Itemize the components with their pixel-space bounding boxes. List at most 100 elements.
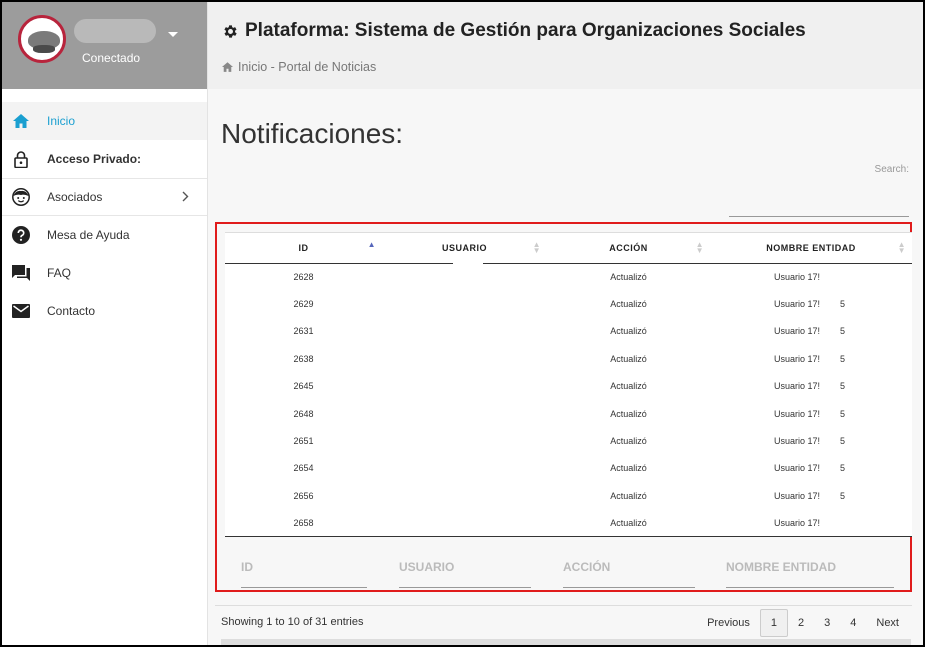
cell-accion: Actualizó xyxy=(610,436,647,447)
cell-entidad: Usuario 17! 5 xyxy=(710,427,912,454)
cell-accion: Actualizó xyxy=(610,381,647,392)
cell-entidad: Usuario 17! 5 xyxy=(710,455,912,482)
cell-accion: Actualizó xyxy=(610,326,647,337)
column-header-label: ACCIÓN xyxy=(609,242,648,253)
mail-icon xyxy=(11,302,31,320)
sidebar-item-label: Mesa de Ayuda xyxy=(47,228,130,242)
sidebar: Conectado Inicio Acceso Privado: Asociad… xyxy=(2,2,208,645)
cell-usuario xyxy=(382,509,547,538)
pagination-page-1[interactable]: 1 xyxy=(759,609,788,637)
sort-asc-icon: ▲ xyxy=(367,240,376,249)
app-window: Conectado Inicio Acceso Privado: Asociad… xyxy=(0,0,925,647)
column-header-label: NOMBRE ENTIDAD xyxy=(766,242,856,253)
cell-entidad: Usuario 17! 5 xyxy=(710,482,912,509)
sidebar-item-mesa-de-ayuda[interactable]: Mesa de Ayuda xyxy=(2,216,207,254)
cell-accion: Actualizó xyxy=(610,490,647,501)
filter-nombre-entidad-input[interactable]: NOMBRE ENTIDAD xyxy=(726,560,894,588)
table-row[interactable]: 2631 Actualizó Usuario 17! 5 xyxy=(225,318,912,345)
column-filters: ID USUARIO ACCIÓN NOMBRE ENTIDAD xyxy=(225,542,912,590)
search-label: Search: xyxy=(874,164,909,175)
cell-id: 2651 xyxy=(293,436,314,447)
cell-usuario xyxy=(382,373,547,400)
cell-entidad: Usuario 17! 5 xyxy=(710,290,912,317)
pagination-page-3[interactable]: 3 xyxy=(814,609,840,637)
cell-id: 2638 xyxy=(293,353,314,364)
cell-accion: Actualizó xyxy=(610,271,647,282)
user-name-redacted xyxy=(74,19,156,43)
page-title: Plataforma: Sistema de Gestión para Orga… xyxy=(222,20,806,42)
entity-suffix: 5 xyxy=(840,490,846,501)
table-row[interactable]: 2654 Actualizó Usuario 17! 5 xyxy=(225,455,912,482)
entity-name: Usuario 17! xyxy=(774,463,821,474)
header-bar: Plataforma: Sistema de Gestión para Orga… xyxy=(208,2,923,89)
sort-icon: ▲ ▼ xyxy=(897,240,906,255)
entity-suffix: 5 xyxy=(840,299,846,310)
filter-usuario-input[interactable]: USUARIO xyxy=(399,560,531,588)
table-row[interactable]: 2645 Actualizó Usuario 17! 5 xyxy=(225,373,912,400)
gear-icon xyxy=(224,24,237,38)
lock-icon xyxy=(11,150,31,168)
main-area: Plataforma: Sistema de Gestión para Orga… xyxy=(208,2,923,645)
horizontal-scrollbar[interactable] xyxy=(221,639,911,645)
entity-suffix: 5 xyxy=(840,436,846,447)
filter-id-input[interactable]: ID xyxy=(241,560,367,588)
table-row[interactable]: 2658 Actualizó Usuario 17! xyxy=(225,509,912,538)
pagination-page-2[interactable]: 2 xyxy=(788,609,814,637)
cell-usuario xyxy=(382,400,547,427)
redaction-mark xyxy=(453,263,483,266)
entity-name: Usuario 17! xyxy=(774,381,821,392)
sidebar-item-inicio[interactable]: Inicio xyxy=(2,102,207,140)
cell-usuario xyxy=(382,290,547,317)
entity-name: Usuario 17! xyxy=(774,353,821,364)
entity-name: Usuario 17! xyxy=(774,408,821,419)
cell-id: 2629 xyxy=(293,299,314,310)
pagination-next[interactable]: Next xyxy=(866,609,909,637)
cell-usuario xyxy=(382,427,547,454)
sidebar-item-faq[interactable]: FAQ xyxy=(2,254,207,292)
cell-accion: Actualizó xyxy=(547,509,710,538)
table-row[interactable]: 2628 Actualizó Usuario 17! xyxy=(225,263,912,290)
table-body: 2628 Actualizó Usuario 17! 2629 Actualiz… xyxy=(225,263,912,538)
pagination-previous[interactable]: Previous xyxy=(697,609,760,637)
cell-entidad: Usuario 17! 5 xyxy=(710,373,912,400)
notifications-table: ID ▲ USUARIO ▲ ▼ ACCIÓN ▲ ▼ NOMBRE ENTIDAD ▲ ▼ … xyxy=(225,233,912,538)
chevron-right-icon xyxy=(182,191,189,205)
column-header-id[interactable]: ID ▲ xyxy=(225,233,382,264)
breadcrumb-text[interactable]: Inicio - Portal de Noticias xyxy=(238,60,376,74)
column-header-nombre-entidad[interactable]: NOMBRE ENTIDAD ▲ ▼ xyxy=(710,233,912,264)
entity-name: Usuario 17! xyxy=(774,517,821,528)
cell-accion: Actualizó xyxy=(610,353,647,364)
table-row[interactable]: 2638 Actualizó Usuario 17! 5 xyxy=(225,345,912,372)
cell-accion: Actualizó xyxy=(610,408,647,419)
table-row[interactable]: 2629 Actualizó Usuario 17! 5 xyxy=(225,290,912,317)
connection-status: Conectado xyxy=(82,51,141,65)
face-icon xyxy=(11,188,31,206)
sidebar-item-label: Inicio xyxy=(47,114,76,128)
divider xyxy=(215,605,912,606)
cell-usuario xyxy=(382,263,547,290)
table-row[interactable]: 2651 Actualizó Usuario 17! 5 xyxy=(225,427,912,454)
entity-suffix: 5 xyxy=(840,353,846,364)
cell-id: 2656 xyxy=(293,490,314,501)
column-header-usuario[interactable]: USUARIO ▲ ▼ xyxy=(382,233,547,264)
column-header-accion[interactable]: ACCIÓN ▲ ▼ xyxy=(547,233,710,264)
cell-id: 2628 xyxy=(293,271,314,282)
filter-accion-input[interactable]: ACCIÓN xyxy=(563,560,695,588)
entity-name: Usuario 17! xyxy=(774,436,821,447)
user-profile-panel: Conectado xyxy=(2,2,207,89)
column-header-label: USUARIO xyxy=(441,242,487,253)
pagination-page-4[interactable]: 4 xyxy=(840,609,866,637)
search-input[interactable] xyxy=(729,199,909,217)
sidebar-item-asociados[interactable]: Asociados xyxy=(2,178,207,216)
sidebar-item-acceso-privado[interactable]: Acceso Privado: xyxy=(2,140,207,178)
sidebar-item-label: Asociados xyxy=(47,190,103,204)
content-panel: Notificaciones: Search: ID ▲ USUARIO ▲ ▼ AC… xyxy=(208,89,923,645)
sidebar-item-label: FAQ xyxy=(47,266,72,280)
table-row[interactable]: 2648 Actualizó Usuario 17! 5 xyxy=(225,400,912,427)
chevron-down-icon[interactable] xyxy=(168,32,178,37)
notifications-table-region: ID ▲ USUARIO ▲ ▼ ACCIÓN ▲ ▼ NOMBRE ENTIDAD ▲ ▼ … xyxy=(215,222,912,592)
sidebar-item-label: Acceso Privado: xyxy=(47,152,142,166)
entity-name: Usuario 17! xyxy=(774,299,821,310)
sidebar-item-contacto[interactable]: Contacto xyxy=(2,292,207,330)
table-row[interactable]: 2656 Actualizó Usuario 17! 5 xyxy=(225,482,912,509)
